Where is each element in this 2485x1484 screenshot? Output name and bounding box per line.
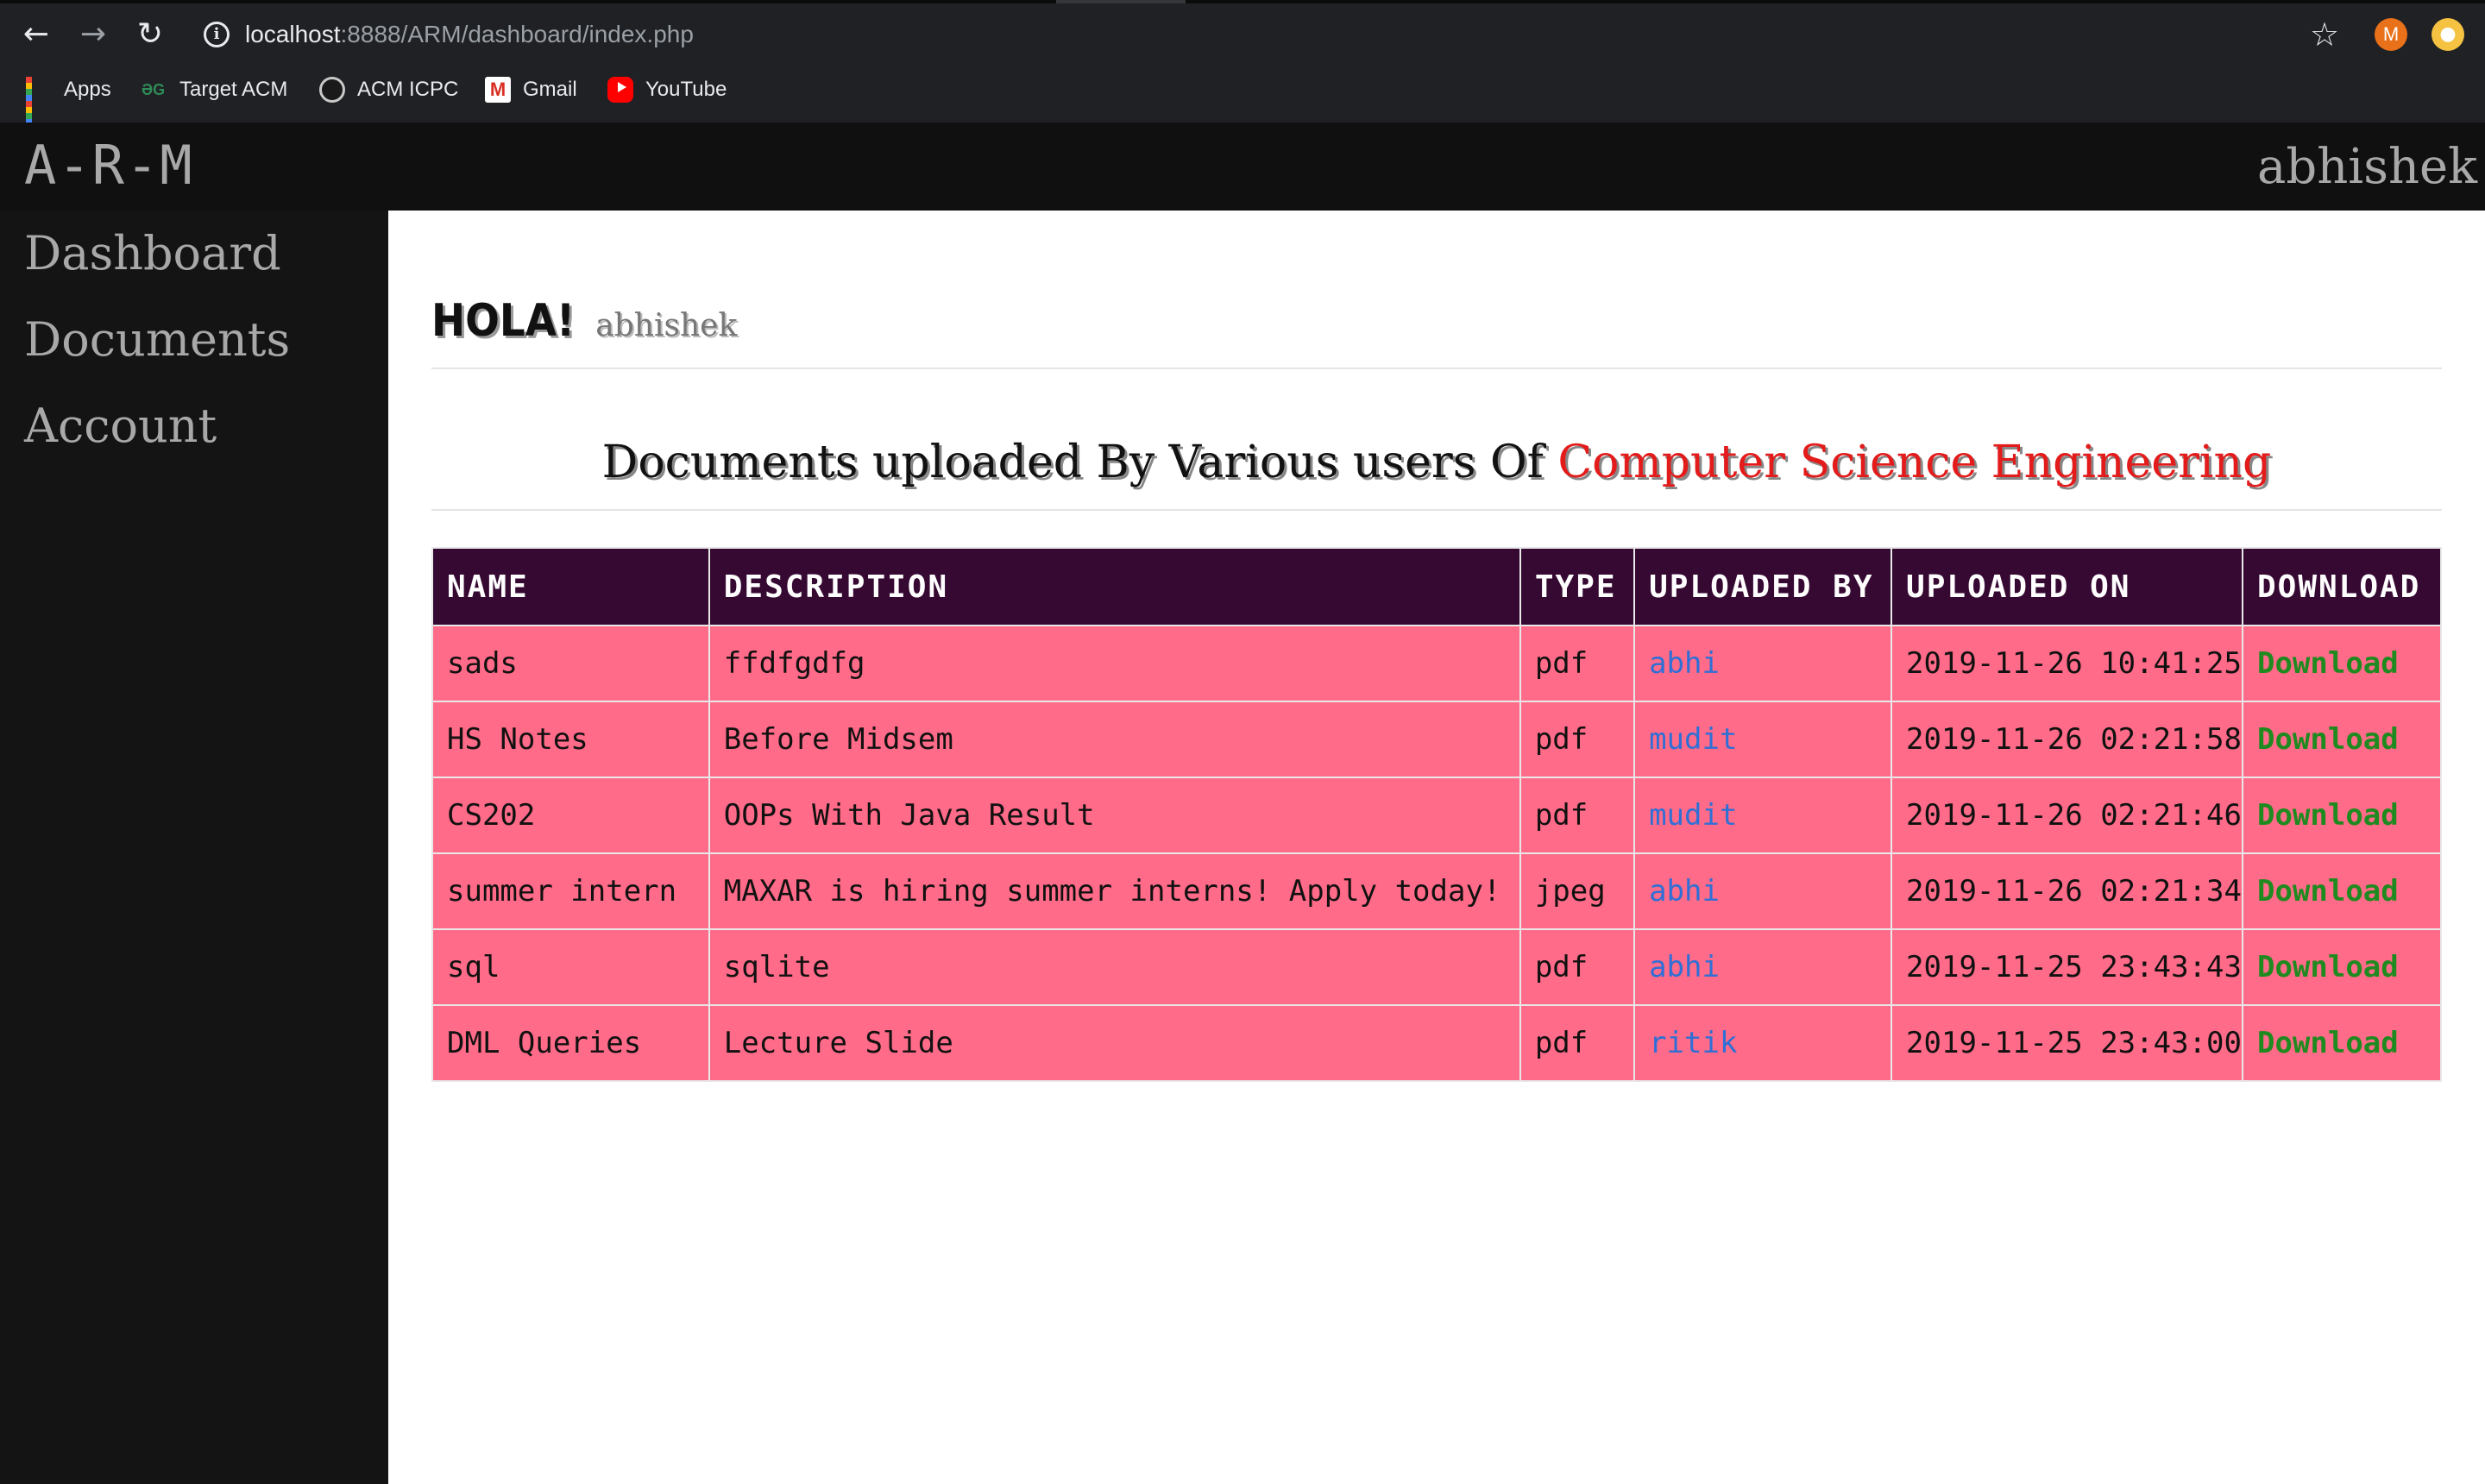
back-arrow-icon[interactable]: ← <box>14 12 59 57</box>
url-path: :8888/ARM/dashboard/index.php <box>340 21 694 47</box>
documents-table: NAME DESCRIPTION TYPE UPLOADED BY UPLOAD… <box>431 547 2443 1082</box>
cell-description: Lecture Slide <box>708 1004 1521 1082</box>
address-bar[interactable]: localhost:8888/ARM/dashboard/index.php <box>245 17 694 52</box>
download-link[interactable]: Download <box>2241 777 2443 854</box>
url-host: localhost <box>245 21 341 47</box>
cell-type: pdf <box>1519 777 1636 854</box>
cell-uploaded-on: 2019-11-25 23:43:43 <box>1890 928 2243 1006</box>
cell-type: pdf <box>1519 1004 1636 1082</box>
cell-type: pdf <box>1519 625 1636 702</box>
column-header-uploaded-on: UPLOADED ON <box>1890 547 2243 626</box>
column-header-type: TYPE <box>1519 547 1636 626</box>
download-link[interactable]: Download <box>2241 1004 2443 1082</box>
browser-chrome: ← → ↻ i localhost:8888/ARM/dashboard/ind… <box>0 0 2485 131</box>
bookmark-label: YouTube <box>645 78 727 101</box>
sidebar-item-account[interactable]: Account <box>24 392 217 461</box>
site-info-icon[interactable]: i <box>204 22 230 47</box>
sidebar: Dashboard Documents Account <box>0 211 388 1484</box>
cell-uploaded-on: 2019-11-26 02:21:46 <box>1890 777 2243 854</box>
download-link[interactable]: Download <box>2241 701 2443 778</box>
uploader-link[interactable]: ritik <box>1633 1004 1893 1082</box>
download-link[interactable]: Download <box>2241 625 2443 702</box>
extension-icon[interactable]: ● <box>2432 18 2464 51</box>
greeting: HOLA! abhishek <box>431 295 737 347</box>
column-header-name: NAME <box>431 547 710 626</box>
bookmark-label: Target ACM <box>179 78 288 101</box>
heading-prefix: Documents uploaded By Various users Of <box>601 437 1544 488</box>
column-header-description: DESCRIPTION <box>708 547 1521 626</box>
bookmark-label: ACM ICPC <box>357 78 459 101</box>
apps-grid-icon <box>26 77 52 131</box>
cell-uploaded-on: 2019-11-26 02:21:34 <box>1890 852 2243 930</box>
divider <box>431 509 2442 511</box>
bookmark-star-icon[interactable]: ☆ <box>2304 14 2345 55</box>
download-link[interactable]: Download <box>2241 928 2443 1006</box>
greeting-title: HOLA! <box>431 295 576 347</box>
bookmark-youtube[interactable]: YouTube <box>607 69 727 110</box>
sidebar-item-dashboard[interactable]: Dashboard <box>24 219 281 288</box>
github-icon <box>319 77 345 103</box>
column-header-download: DOWNLOAD <box>2241 547 2443 626</box>
app-navbar: A-R-M abhishek <box>0 123 2485 211</box>
cell-name: summer intern <box>431 852 710 930</box>
cell-type: pdf <box>1519 928 1636 1006</box>
reload-icon[interactable]: ↻ <box>128 12 173 57</box>
bookmark-label: Gmail <box>523 78 577 101</box>
uploader-link[interactable]: mudit <box>1633 701 1893 778</box>
bookmark-gmail[interactable]: M Gmail <box>485 69 577 110</box>
cell-type: pdf <box>1519 701 1636 778</box>
cell-description: ffdfgdfg <box>708 625 1521 702</box>
page-heading: Documents uploaded By Various users Of C… <box>431 437 2442 488</box>
forward-arrow-icon[interactable]: → <box>71 12 116 57</box>
uploader-link[interactable]: mudit <box>1633 777 1893 854</box>
active-tab-edge[interactable] <box>1056 0 1186 3</box>
cell-description: sqlite <box>708 928 1521 1006</box>
table-row: CS202 OOPs With Java Result pdf mudit 20… <box>431 777 2443 854</box>
bookmark-target-acm[interactable]: ƏG Target ACM <box>142 69 287 110</box>
uploader-link[interactable]: abhi <box>1633 928 1893 1006</box>
table-row: summer intern MAXAR is hiring summer int… <box>431 852 2443 930</box>
bookmarks-bar: Apps ƏG Target ACM ACM ICPC M Gmail YouT… <box>0 69 2485 131</box>
user-menu-label: abhishek <box>2257 139 2478 195</box>
sidebar-item-documents[interactable]: Documents <box>24 305 290 374</box>
cell-description: OOPs With Java Result <box>708 777 1521 854</box>
table-row: HS Notes Before Midsem pdf mudit 2019-11… <box>431 701 2443 778</box>
user-menu[interactable]: abhishek <box>2257 133 2485 202</box>
uploader-link[interactable]: abhi <box>1633 625 1893 702</box>
table-row: DML Queries Lecture Slide pdf ritik 2019… <box>431 1004 2443 1082</box>
cell-name: sql <box>431 928 710 1006</box>
main-content: HOLA! abhishek Documents uploaded By Var… <box>388 211 2485 1484</box>
bookmark-label: Apps <box>64 78 111 101</box>
cell-name: sads <box>431 625 710 702</box>
table-row: sql sqlite pdf abhi 2019-11-25 23:43:43 … <box>431 928 2443 1006</box>
gmail-icon: M <box>485 77 511 103</box>
bookmark-acm-icpc[interactable]: ACM ICPC <box>319 69 458 110</box>
cell-type: jpeg <box>1519 852 1636 930</box>
cell-uploaded-on: 2019-11-25 23:43:00 <box>1890 1004 2243 1082</box>
table-header-row: NAME DESCRIPTION TYPE UPLOADED BY UPLOAD… <box>431 547 2443 626</box>
download-link[interactable]: Download <box>2241 852 2443 930</box>
cell-description: Before Midsem <box>708 701 1521 778</box>
cell-name: CS202 <box>431 777 710 854</box>
cell-uploaded-on: 2019-11-26 02:21:58 <box>1890 701 2243 778</box>
table-row: sads ffdfgdfg pdf abhi 2019-11-26 10:41:… <box>431 625 2443 702</box>
uploader-link[interactable]: abhi <box>1633 852 1893 930</box>
cell-name: HS Notes <box>431 701 710 778</box>
heading-department: Computer Science Engineering <box>1557 437 2272 488</box>
cell-uploaded-on: 2019-11-26 10:41:25 <box>1890 625 2243 702</box>
tab-strip <box>0 0 2485 3</box>
column-header-uploaded-by: UPLOADED BY <box>1633 547 1893 626</box>
bookmark-apps[interactable]: Apps <box>26 69 111 131</box>
youtube-icon <box>607 77 633 103</box>
profile-avatar[interactable]: M <box>2375 18 2407 51</box>
cell-description: MAXAR is hiring summer interns! Apply to… <box>708 852 1521 930</box>
brand-logo[interactable]: A-R-M <box>24 131 194 200</box>
geeksforgeeks-icon: ƏG <box>142 81 166 98</box>
divider <box>431 368 2442 369</box>
greeting-username: abhishek <box>595 308 738 343</box>
cell-name: DML Queries <box>431 1004 710 1082</box>
